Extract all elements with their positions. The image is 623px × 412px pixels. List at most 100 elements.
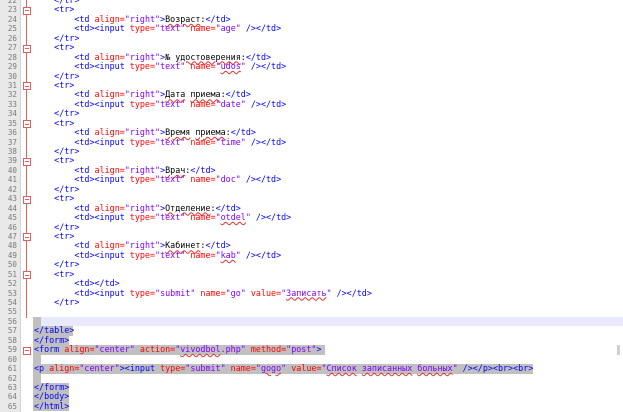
fold-toggle-icon[interactable] xyxy=(23,233,31,242)
code-lines[interactable]: 22 </tr> 23 <tr> 24 <td align="right">Возр… xyxy=(0,0,623,412)
line-number: 35 xyxy=(7,118,17,128)
spellcheck-underline: vivodbol xyxy=(180,344,221,355)
code-token: align= xyxy=(44,363,80,374)
scrollbar-marker[interactable] xyxy=(617,345,620,355)
code-token: /></td> xyxy=(240,174,282,185)
code-line[interactable]: 29 <td><input type="text" name="udos" />… xyxy=(0,61,623,72)
code-line[interactable]: 57 </table> xyxy=(0,326,623,336)
code-line[interactable]: 42 </tr> xyxy=(0,184,623,194)
fold-toggle-icon[interactable] xyxy=(23,6,31,15)
spellcheck-underline: kab xyxy=(220,249,236,260)
code-line[interactable]: 38 </tr> xyxy=(0,146,623,156)
code-token: "text" xyxy=(155,98,186,109)
code-editor[interactable]: 22 </tr> 23 <tr> 24 <td align="right">Возр… xyxy=(0,0,623,412)
code-token: type= xyxy=(124,249,156,260)
line-number: 27 xyxy=(7,43,17,53)
code-line[interactable]: 26 </tr> xyxy=(0,33,623,43)
code-token: > xyxy=(316,344,322,355)
code-token: "age" xyxy=(215,23,241,34)
code-token: "date" xyxy=(215,98,246,109)
code-token: /></td> xyxy=(250,212,292,223)
code-token: value= xyxy=(245,287,282,298)
line-number: 62 xyxy=(7,373,17,383)
code-token: /></td> xyxy=(331,287,372,298)
code-token: <td><input xyxy=(74,136,125,147)
code-token: "center" xyxy=(79,363,120,374)
code-line[interactable]: 62 xyxy=(0,373,623,383)
code-token: "text" xyxy=(155,136,186,147)
code-token: name= xyxy=(185,23,216,34)
line-number: 58 xyxy=(7,335,17,345)
code-line[interactable]: 46 </tr> xyxy=(0,222,623,232)
code-token: "text" xyxy=(155,61,186,72)
code-line[interactable]: 56 xyxy=(0,316,623,327)
fold-toggle-icon[interactable] xyxy=(23,271,31,280)
code-token: name= xyxy=(185,212,216,223)
line-number: 64 xyxy=(7,392,17,402)
code-text: <td><input type="submit" name="go" value… xyxy=(34,287,372,298)
current-line-highlight xyxy=(33,316,623,327)
fold-toggle-icon[interactable] xyxy=(23,120,31,129)
code-token: "text" xyxy=(155,212,186,223)
code-token: "post" xyxy=(286,344,317,355)
code-line[interactable]: 59 <form align="center" action="vivodbol.… xyxy=(0,344,623,355)
code-line[interactable]: 61 <p align="center"><input type="submit"… xyxy=(0,363,623,374)
code-line[interactable]: 41 <td><input type="text" name="doc" /><… xyxy=(0,174,623,185)
line-number: 36 xyxy=(7,128,17,138)
code-line[interactable]: 30 </tr> xyxy=(0,71,623,81)
line-number: 38 xyxy=(7,147,17,156)
code-token: <td><input xyxy=(74,61,125,72)
line-number: 54 xyxy=(7,298,17,307)
code-token: "text" xyxy=(155,23,186,34)
line-number: 52 xyxy=(7,279,17,289)
code-text: <p align="center"><input type="submit" n… xyxy=(34,363,533,374)
code-token: align= xyxy=(59,344,95,355)
code-line[interactable]: 55 xyxy=(0,307,623,316)
code-token: "go" xyxy=(225,287,246,298)
line-number: 34 xyxy=(7,109,17,119)
line-number: 45 xyxy=(7,213,17,223)
code-line[interactable]: 49 <td><input type="text" name="kab" /><… xyxy=(0,249,623,260)
code-token: type= xyxy=(124,61,156,72)
line-number: 42 xyxy=(7,184,17,194)
code-line[interactable]: 64 </body> xyxy=(0,392,623,402)
code-line[interactable]: 33 <td><input type="text" name="date" />… xyxy=(0,98,623,109)
line-number: 32 xyxy=(7,90,17,100)
line-number: 55 xyxy=(7,307,17,317)
code-token: "text" xyxy=(155,174,186,185)
code-text: </tr> xyxy=(34,297,79,307)
code-token: <td><input xyxy=(74,249,125,260)
code-line[interactable]: 63 </form> xyxy=(0,382,623,393)
fold-toggle-icon[interactable] xyxy=(23,195,31,204)
code-line[interactable]: 65 </html> xyxy=(0,401,623,412)
code-token: "Записать" xyxy=(281,287,332,298)
fold-toggle-icon[interactable] xyxy=(23,157,31,166)
fold-toggle-icon[interactable] xyxy=(23,44,31,53)
code-line[interactable]: 50 </tr> xyxy=(0,260,623,270)
line-number: 41 xyxy=(7,175,17,185)
code-line[interactable]: 53 <td><input type="submit" name="go" va… xyxy=(0,287,623,298)
line-number: 30 xyxy=(7,71,17,81)
line-number: 60 xyxy=(7,354,17,364)
code-token: "center" xyxy=(94,344,135,355)
spellcheck-underline: Список xyxy=(326,363,357,374)
code-token: name= xyxy=(185,174,216,185)
line-number: 43 xyxy=(7,194,17,204)
fold-toggle-icon[interactable] xyxy=(23,82,31,91)
line-number: 37 xyxy=(7,137,17,147)
line-number: 31 xyxy=(7,80,17,90)
code-line[interactable]: 45 <td><input type="text" name="otdel" /… xyxy=(0,212,623,223)
spellcheck-underline: Записать xyxy=(286,287,327,298)
spellcheck-underline: otdel xyxy=(220,212,246,223)
code-token: "submit" xyxy=(155,287,196,298)
code-line[interactable]: 25 <td><input type="text" name="age" /><… xyxy=(0,23,623,34)
code-line[interactable]: 54 </tr> xyxy=(0,297,623,307)
code-line[interactable]: 37 <td><input type="text" name="time" />… xyxy=(0,136,623,147)
code-token: <td><input xyxy=(74,287,125,298)
line-number: 57 xyxy=(7,326,17,336)
code-line[interactable]: 34 </tr> xyxy=(0,109,623,119)
code-token: type= xyxy=(124,287,156,298)
line-number: 29 xyxy=(7,62,17,72)
code-token: name= xyxy=(195,287,226,298)
fold-toggle-icon[interactable] xyxy=(23,346,31,355)
